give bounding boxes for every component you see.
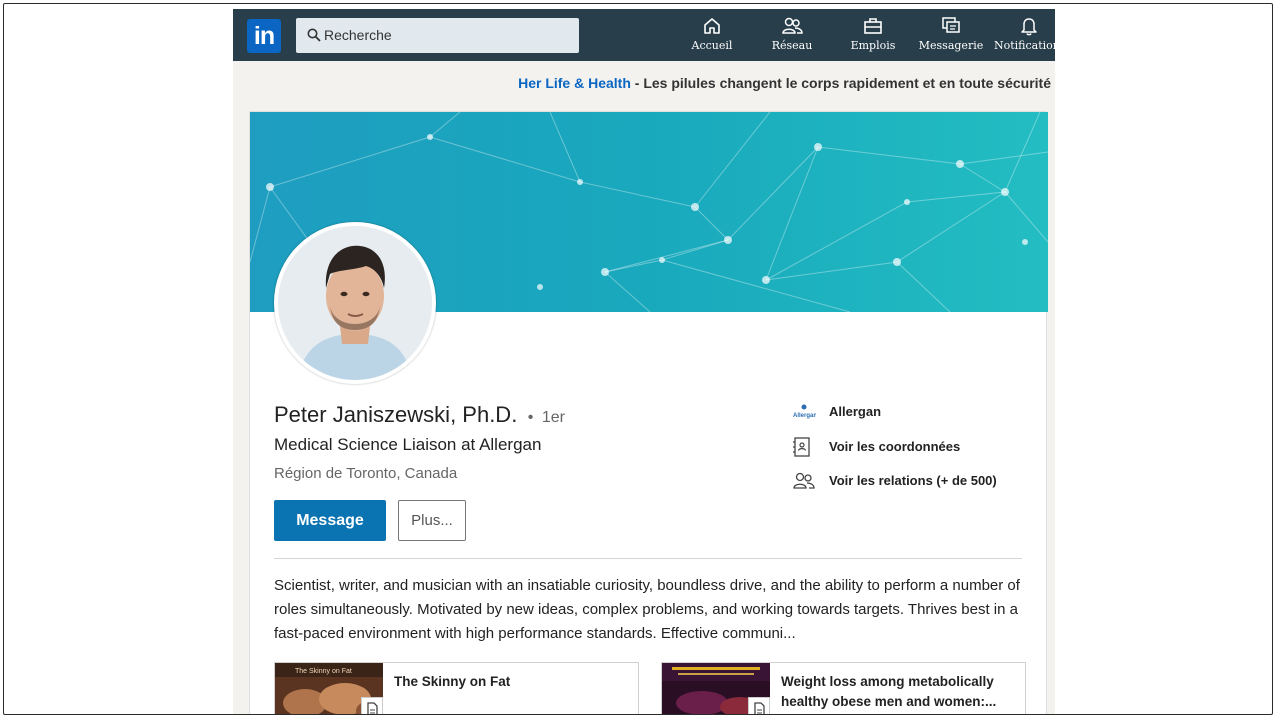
media-title: The Skinny on Fat	[394, 674, 511, 689]
nav-label-jobs: Emplois	[850, 39, 896, 52]
nav-label-notifications: Notifications	[994, 39, 1055, 52]
nav-item-notifications[interactable]: Notifications	[994, 14, 1055, 60]
search-box[interactable]: Recherche	[296, 18, 579, 53]
profile-location: Région de Toronto, Canada	[274, 465, 458, 482]
contact-card-icon	[793, 437, 810, 457]
profile-photo[interactable]	[274, 222, 436, 384]
document-icon	[754, 702, 765, 714]
media-item[interactable]: Weight loss among metabolically healthy …	[661, 662, 1026, 714]
nav-item-messaging[interactable]: Messagerie	[917, 14, 985, 60]
connection-degree: 1er	[541, 409, 565, 426]
nav-label-home: Accueil	[691, 39, 733, 52]
linkedin-screenshot: in Recherche Accueil Réseau Emplois Mess…	[233, 9, 1055, 714]
contact-info-label: Voir les coordonnées	[829, 439, 961, 454]
svg-text:The Skinny on Fat: The Skinny on Fat	[295, 668, 352, 675]
nav-label-messaging: Messagerie	[918, 39, 984, 52]
allergan-logo-icon: Allergan	[793, 404, 816, 419]
company-name: Allergan	[829, 404, 882, 419]
nav-label-network: Réseau	[771, 39, 813, 52]
home-icon	[704, 18, 720, 34]
profile-headline: Medical Science Liaison at Allergan	[274, 435, 542, 454]
profile-name: Peter Janiszewski, Ph.D.	[274, 402, 518, 427]
ad-brand-link[interactable]: Her Life & Health	[518, 75, 631, 91]
briefcase-icon	[864, 18, 882, 34]
profile-summary[interactable]: Scientist, writer, and musician with an …	[274, 574, 1022, 646]
media-item[interactable]: The Skinny on Fat The Skinny on Fat	[274, 662, 639, 714]
top-navigation-bar: in Recherche Accueil Réseau Emplois Mess…	[233, 9, 1055, 61]
linkedin-logo[interactable]: in	[247, 19, 281, 53]
connections-label: Voir les relations (+ de 500)	[829, 473, 997, 488]
person-portrait	[278, 226, 432, 380]
message-button[interactable]: Message	[274, 500, 386, 541]
connection-degree-separator: •	[527, 409, 534, 426]
section-divider	[274, 558, 1022, 559]
messaging-icon	[942, 17, 960, 33]
document-icon	[367, 702, 378, 714]
slide-frame: in Recherche Accueil Réseau Emplois Mess…	[3, 3, 1273, 715]
document-badge	[748, 697, 770, 714]
bell-icon	[1021, 18, 1037, 36]
media-title: Weight loss among metabolically healthy …	[781, 674, 997, 709]
ad-text: - Les pilules changent le corps rapideme…	[630, 75, 1051, 91]
svg-text:Allergan: Allergan	[793, 413, 816, 419]
more-button[interactable]: Plus...	[398, 500, 466, 541]
profile-card: Peter Janiszewski, Ph.D. • 1er Medical S…	[249, 111, 1048, 714]
connections-icon	[793, 472, 815, 489]
search-input[interactable]: Recherche	[324, 27, 392, 43]
nav-item-jobs[interactable]: Emplois	[842, 14, 904, 60]
search-icon	[307, 28, 321, 42]
network-icon	[782, 17, 803, 34]
sponsored-ad-line[interactable]: Her Life & Health - Les pilules changent…	[233, 75, 1055, 91]
nav-item-home[interactable]: Accueil	[682, 14, 742, 60]
nav-item-network[interactable]: Réseau	[761, 14, 823, 60]
profile-name-row: Peter Janiszewski, Ph.D. • 1er	[274, 402, 565, 428]
document-badge	[361, 697, 383, 714]
